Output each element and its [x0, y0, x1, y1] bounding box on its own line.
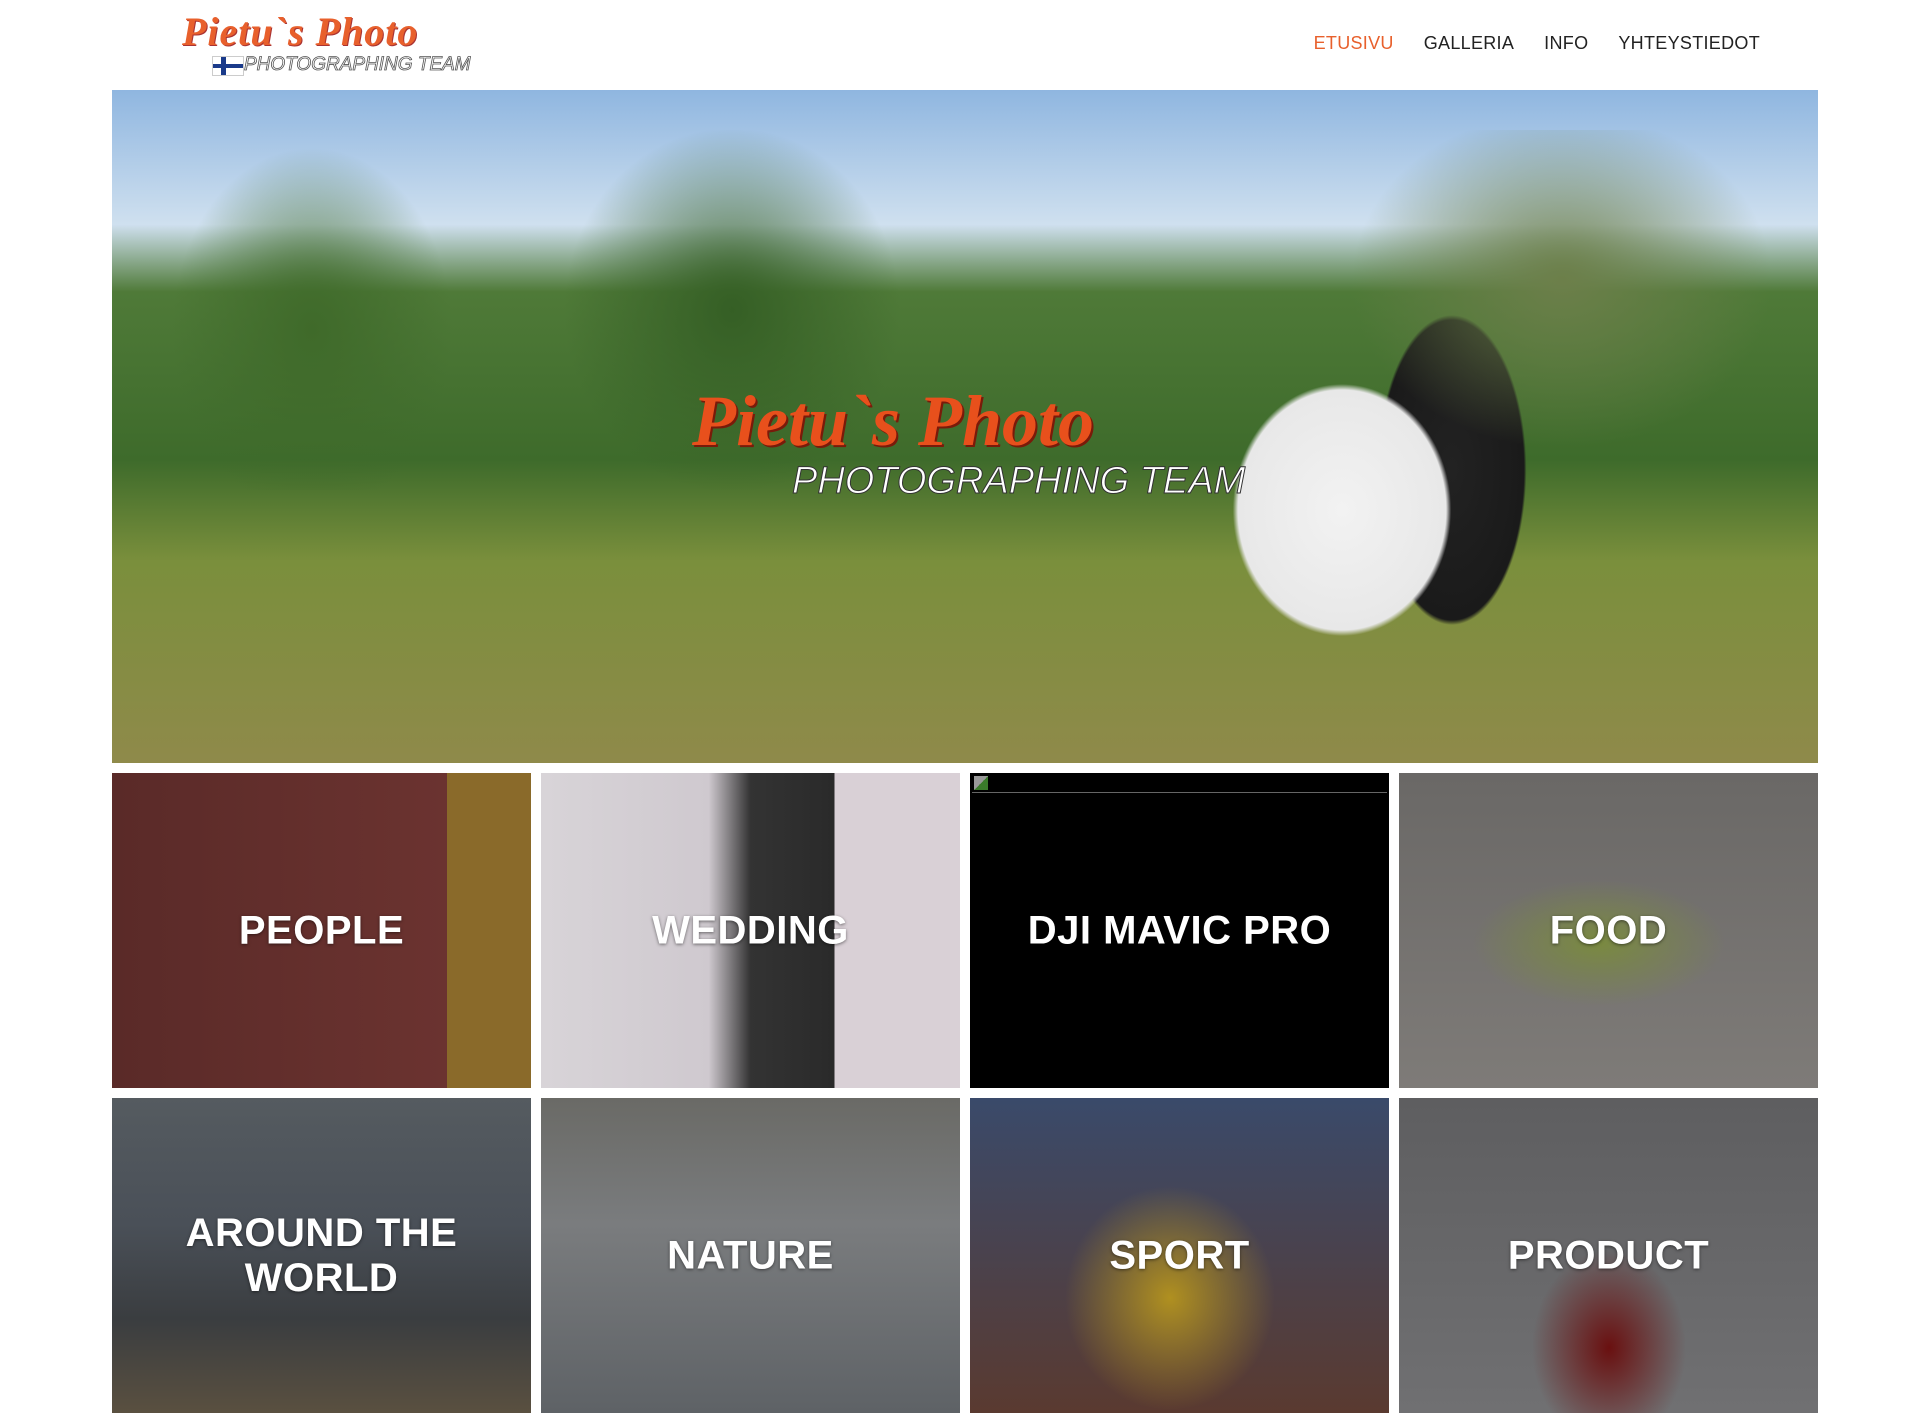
- main-nav: ETUSIVU GALLERIA INFO YHTEYSTIEDOT: [1314, 33, 1760, 54]
- tile-label: NATURE: [667, 1233, 834, 1277]
- nav-galleria[interactable]: GALLERIA: [1424, 33, 1514, 54]
- nav-etusivu[interactable]: ETUSIVU: [1314, 33, 1394, 54]
- tile-label: SPORT: [1109, 1233, 1250, 1277]
- logo-title: Pietu`s Photo: [182, 9, 419, 54]
- hero-logo-title: Pietu`s Photo: [692, 381, 1095, 461]
- category-tile-people[interactable]: PEOPLE: [112, 773, 531, 1088]
- broken-image: [972, 775, 1387, 793]
- category-tile-product[interactable]: PRODUCT: [1399, 1098, 1818, 1413]
- site-logo[interactable]: Pietu`s Photo PHOTOGRAPHING TEAM: [182, 8, 492, 80]
- tile-label: PRODUCT: [1507, 1233, 1710, 1277]
- tile-label: PEOPLE: [238, 908, 405, 952]
- site-header: Pietu`s Photo PHOTOGRAPHING TEAM ETUSIVU…: [0, 0, 1920, 90]
- finland-flag-icon: [212, 56, 244, 76]
- category-tile-nature[interactable]: NATURE: [541, 1098, 960, 1413]
- tile-label: DJI MAVIC PRO: [1027, 908, 1332, 952]
- hero-banner: Pietu`s Photo PHOTOGRAPHING TEAM: [112, 90, 1818, 763]
- category-tile-wedding[interactable]: WEDDING: [541, 773, 960, 1088]
- nav-yhteystiedot[interactable]: YHTEYSTIEDOT: [1618, 33, 1760, 54]
- nav-info[interactable]: INFO: [1544, 33, 1588, 54]
- category-tile-around-the-world[interactable]: AROUND THE WORLD: [112, 1098, 531, 1413]
- logo-tagline: PHOTOGRAPHING TEAM: [244, 54, 471, 76]
- category-tile-sport[interactable]: SPORT: [970, 1098, 1389, 1413]
- tile-label: AROUND THE WORLD: [185, 1210, 458, 1300]
- category-tile-dji-mavic-pro[interactable]: DJI MAVIC PRO: [970, 773, 1389, 1088]
- broken-image-icon: [974, 776, 988, 790]
- hero-logo: Pietu`s Photo PHOTOGRAPHING TEAM: [692, 380, 1252, 503]
- category-grid: PEOPLE WEDDING DJI MAVIC PRO FOOD AROUND…: [112, 773, 1818, 1413]
- category-tile-food[interactable]: FOOD: [1399, 773, 1818, 1088]
- tile-label: FOOD: [1549, 908, 1668, 952]
- hero-logo-tagline: PHOTOGRAPHING TEAM: [791, 460, 1246, 503]
- tile-label: WEDDING: [652, 908, 849, 952]
